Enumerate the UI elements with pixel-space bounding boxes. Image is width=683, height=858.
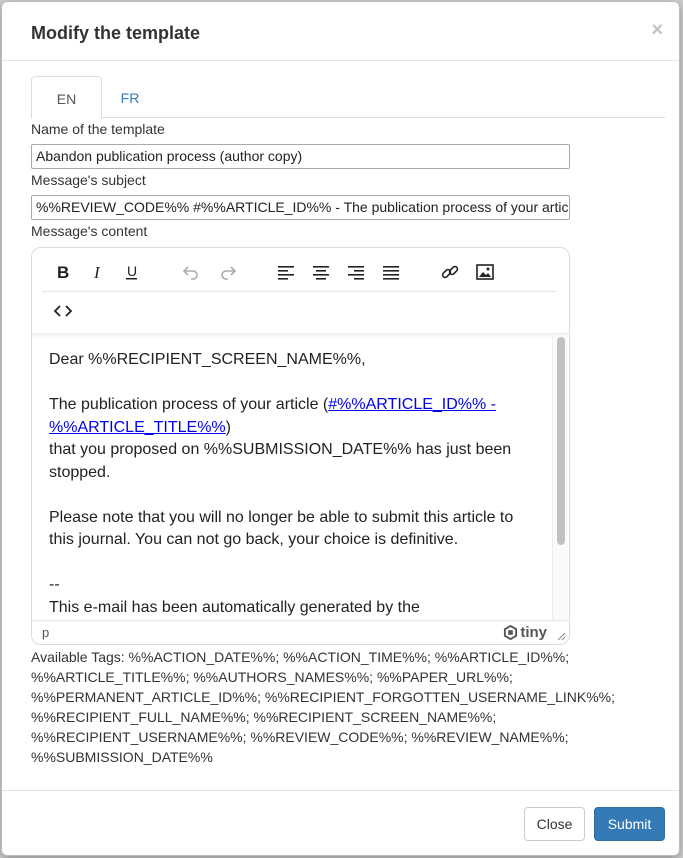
subject-label: Message's subject — [31, 172, 146, 188]
editor-content[interactable]: Dear %%RECIPIENT_SCREEN_NAME%%, The publ… — [32, 335, 552, 620]
underline-icon[interactable]: U — [118, 258, 146, 286]
italic-icon[interactable]: I — [84, 258, 112, 286]
tab-en[interactable]: EN — [31, 76, 102, 119]
align-center-icon[interactable] — [307, 258, 335, 286]
bold-icon[interactable]: B — [49, 258, 77, 286]
paragraph-text: ) — [225, 418, 231, 436]
justify-icon[interactable] — [377, 258, 405, 286]
toolbar-divider — [42, 291, 557, 292]
template-name-input[interactable]: Abandon publication process (author copy… — [31, 144, 570, 169]
paragraph-article: The publication process of your article … — [49, 394, 535, 439]
signature-dash: -- — [49, 576, 60, 593]
element-path[interactable]: p — [42, 625, 49, 640]
close-button[interactable]: Close — [524, 807, 585, 841]
paragraph-note: Please note that you will no longer be a… — [49, 508, 514, 549]
modal-footer-divider — [2, 790, 679, 791]
available-tags: Available Tags: %%ACTION_DATE%%; %%ACTIO… — [31, 649, 615, 765]
modal-header: Modify the template × — [2, 2, 679, 61]
greeting-line: Dear %%RECIPIENT_SCREEN_NAME%%, — [49, 351, 366, 368]
tab-fr[interactable]: FR — [118, 76, 142, 118]
subject-input[interactable]: %%REVIEW_CODE%% #%%ARTICLE_ID%% - The pu… — [31, 195, 570, 220]
language-tabs: EN FR — [31, 76, 665, 119]
align-right-icon[interactable] — [342, 258, 370, 286]
redo-icon[interactable] — [214, 258, 242, 286]
submit-button[interactable]: Submit — [594, 807, 665, 841]
resize-handle-icon[interactable] — [556, 631, 566, 641]
paragraph-text: The publication process of your article … — [49, 396, 329, 413]
tiny-brand-text: tiny — [520, 624, 547, 641]
svg-text:U: U — [127, 263, 137, 279]
modify-template-modal: Modify the template × EN FR Name of the … — [1, 1, 680, 856]
link-icon[interactable] — [436, 258, 464, 286]
content-label: Message's content — [31, 223, 148, 239]
svg-text:B: B — [57, 263, 69, 282]
paragraph-submission: that you proposed on %%SUBMISSION_DATE%%… — [49, 441, 512, 481]
tiny-logo[interactable]: tiny — [503, 624, 547, 641]
editor-scrollbar[interactable] — [552, 335, 568, 620]
editor-statusbar: p tiny — [32, 620, 569, 644]
tiny-logo-icon — [504, 625, 518, 640]
source-code-icon[interactable] — [49, 297, 77, 325]
close-icon[interactable]: × — [651, 20, 663, 40]
signature-line: This e-mail has been automatically gener… — [49, 598, 420, 616]
scrollbar-thumb[interactable] — [557, 337, 565, 545]
align-left-icon[interactable] — [272, 258, 300, 286]
rich-text-editor: B I U Dear %%RECIPIENT_SCREEN_NAME%%, Th… — [31, 247, 570, 645]
editor-toolbar: B I U — [32, 248, 569, 334]
svg-text:I: I — [93, 263, 101, 282]
modal-title: Modify the template — [31, 23, 201, 43]
template-name-label: Name of the template — [31, 121, 165, 137]
undo-icon[interactable] — [177, 258, 205, 286]
image-icon[interactable] — [471, 258, 499, 286]
